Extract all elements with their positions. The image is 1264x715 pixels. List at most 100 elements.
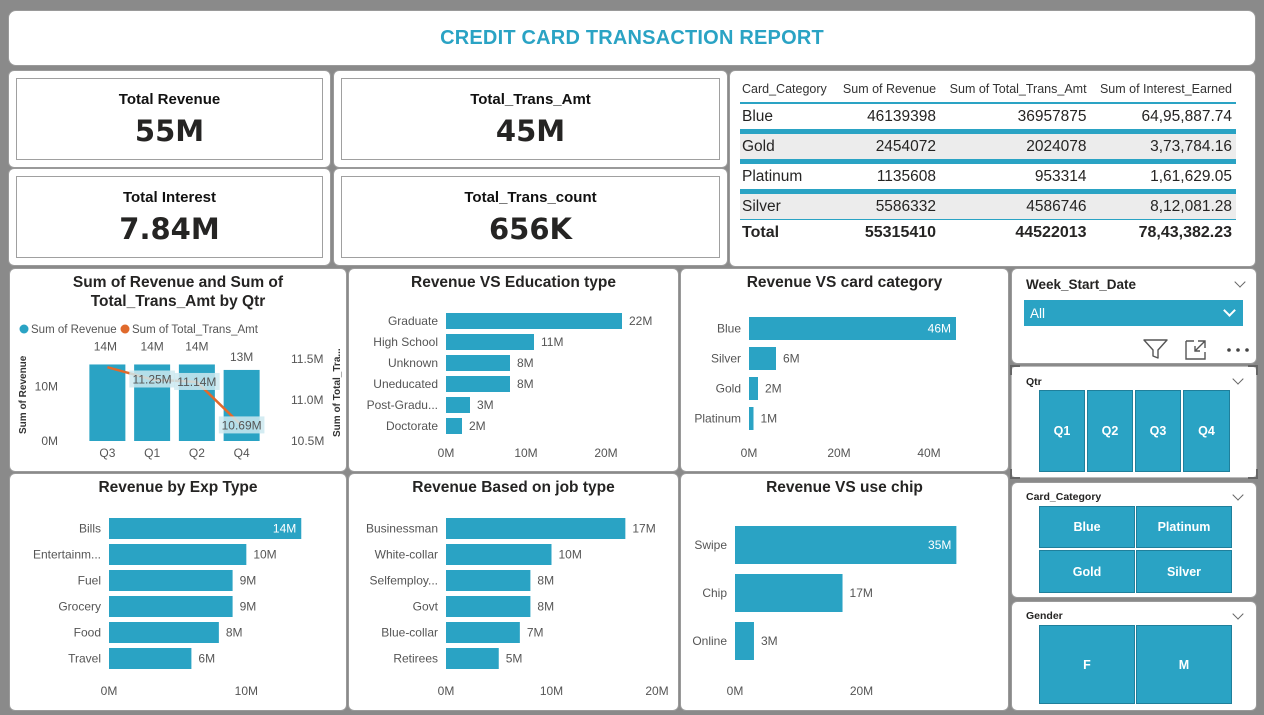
qtr-option-q4[interactable]: Q4 bbox=[1183, 390, 1230, 472]
card-option-gold[interactable]: Gold bbox=[1039, 550, 1135, 593]
bar-chart-svg: Bills 14M Entertainm... 10M Fuel 9M Grocery 9M F… bbox=[33, 518, 302, 698]
kpi-card-total-revenue[interactable]: Total Revenue 55M bbox=[8, 70, 331, 168]
bar[interactable] bbox=[109, 544, 247, 565]
dropdown-value: All bbox=[1030, 306, 1046, 321]
data-label: 46M bbox=[928, 322, 951, 336]
x-tick-label: 40M bbox=[917, 446, 940, 460]
chart-revenue-vs-use-chip[interactable]: Revenue VS use chip Swipe 35M Chip 17M Onlin… bbox=[680, 473, 1009, 711]
category-label: Swipe bbox=[694, 538, 727, 552]
chart-revenue-by-exp-type[interactable]: Revenue by Exp Type Bills 14M Entertainm..… bbox=[9, 473, 347, 711]
category-label: Gold bbox=[716, 382, 741, 396]
bar[interactable] bbox=[735, 622, 754, 660]
slicer-card-category[interactable]: Card_Category Blue Platinum Gold Silver bbox=[1011, 482, 1257, 598]
bar[interactable] bbox=[446, 313, 622, 329]
week-dropdown[interactable]: All bbox=[1024, 300, 1243, 326]
bar[interactable] bbox=[446, 622, 520, 643]
table-row[interactable]: Platinum 1135608 953314 1,61,629.05 bbox=[740, 159, 1236, 192]
bar[interactable] bbox=[735, 526, 957, 564]
table-cell: 64,95,887.74 bbox=[1141, 108, 1232, 125]
x-tick-label: 10M bbox=[235, 684, 258, 698]
bar[interactable] bbox=[109, 622, 219, 643]
card-option-platinum[interactable]: Platinum bbox=[1136, 506, 1232, 548]
bar[interactable] bbox=[446, 596, 531, 617]
category-label: Post-Gradu... bbox=[367, 398, 438, 412]
table-row[interactable]: Gold 2454072 2024078 3,73,784.16 bbox=[740, 129, 1236, 162]
bar[interactable] bbox=[109, 570, 233, 591]
bar[interactable] bbox=[89, 364, 126, 441]
data-label: 6M bbox=[783, 352, 800, 366]
table-cell: 8,12,081.28 bbox=[1090, 189, 1236, 220]
category-label: Platinum bbox=[694, 412, 741, 426]
chart-revenue-vs-education[interactable]: Revenue VS Education type Graduate 22M Hig… bbox=[348, 268, 679, 472]
bar-chart-svg: Businessman 17M White-collar 10M Selfemploy.… bbox=[366, 518, 669, 698]
matrix-header[interactable]: Sum of Total_Trans_Amt bbox=[940, 79, 1091, 104]
chevron-down-icon[interactable] bbox=[1232, 489, 1244, 501]
chevron-down-icon[interactable] bbox=[1234, 276, 1246, 288]
qtr-option-q1[interactable]: Q1 bbox=[1039, 390, 1085, 472]
qtr-option-q2[interactable]: Q2 bbox=[1087, 390, 1133, 472]
bar[interactable] bbox=[109, 648, 192, 669]
chevron-down-icon[interactable] bbox=[1232, 608, 1244, 620]
table-row[interactable]: Blue 46139398 36957875 64,95,887.74 bbox=[740, 103, 1236, 132]
matrix-header[interactable]: Sum of Interest_Earned bbox=[1090, 79, 1236, 104]
chart-revenue-by-qtr[interactable]: Sum of Revenue Sum of Total_Trans_Amt Sum … bbox=[9, 268, 347, 472]
legend-marker bbox=[120, 324, 130, 334]
data-label: 14M bbox=[273, 522, 296, 536]
card-category-matrix[interactable]: Card_Category Sum of Revenue Sum of Tota… bbox=[729, 70, 1256, 267]
more-options-icon[interactable] bbox=[1226, 347, 1250, 353]
selection-handle[interactable] bbox=[1248, 365, 1258, 375]
bar[interactable] bbox=[446, 334, 534, 350]
y-axis-title: Sum of Revenue bbox=[18, 355, 29, 434]
table-cell: 2024078 bbox=[940, 129, 1091, 162]
qtr-option-q3[interactable]: Q3 bbox=[1135, 390, 1181, 472]
selection-handle[interactable] bbox=[1010, 469, 1020, 479]
gender-option-f[interactable]: F bbox=[1039, 625, 1135, 704]
category-label: Unknown bbox=[388, 356, 438, 370]
slicer-gender[interactable]: Gender F M bbox=[1011, 601, 1257, 711]
selection-handle[interactable] bbox=[1248, 469, 1258, 479]
x-tick-label: 10M bbox=[514, 446, 537, 460]
bar[interactable] bbox=[749, 377, 758, 400]
bar[interactable] bbox=[109, 596, 233, 617]
chart-revenue-by-job-type[interactable]: Revenue Based on job type Businessman 17M… bbox=[348, 473, 679, 711]
bar[interactable] bbox=[735, 574, 843, 612]
focus-mode-icon[interactable] bbox=[1185, 340, 1207, 360]
data-label: 8M bbox=[537, 574, 554, 588]
filter-icon[interactable] bbox=[1143, 338, 1169, 360]
chart-revenue-vs-card-category[interactable]: Revenue VS card category Blue 46M Silver 6M… bbox=[680, 268, 1009, 472]
chevron-down-icon[interactable] bbox=[1232, 373, 1244, 385]
kpi-card-total-trans-amt[interactable]: Total_Trans_Amt 45M bbox=[333, 70, 728, 168]
bar-chart-svg: Blue 46M Silver 6M Gold 2M Platinum 1M 0M 20M 40M bbox=[694, 317, 956, 460]
slicer-week-start-date[interactable]: Week_Start_Date All bbox=[1011, 268, 1257, 364]
bar[interactable] bbox=[749, 347, 776, 370]
bar[interactable] bbox=[749, 407, 754, 430]
bar[interactable] bbox=[446, 376, 510, 392]
chevron-down-icon bbox=[1223, 304, 1236, 317]
kpi-label: Total_Trans_count bbox=[464, 188, 597, 206]
category-label: Selfemploy... bbox=[370, 574, 438, 588]
matrix-header[interactable]: Sum of Revenue bbox=[835, 79, 941, 104]
report-title: CREDIT CARD TRANSACTION REPORT bbox=[440, 26, 824, 49]
bar[interactable] bbox=[446, 648, 499, 669]
table-cell: 36957875 bbox=[1017, 108, 1087, 125]
bar[interactable] bbox=[446, 518, 626, 539]
bar[interactable] bbox=[446, 544, 552, 565]
slicer-qtr[interactable]: Qtr Q1 Q2 Q3 Q4 bbox=[1010, 365, 1258, 479]
card-option-blue[interactable]: Blue bbox=[1039, 506, 1135, 548]
data-label: 2M bbox=[765, 382, 782, 396]
bar[interactable] bbox=[446, 570, 531, 591]
data-label: 10M bbox=[253, 548, 276, 562]
bar[interactable] bbox=[446, 418, 462, 434]
kpi-card-total-trans-count[interactable]: Total_Trans_count 656K bbox=[333, 168, 728, 266]
gender-option-m[interactable]: M bbox=[1136, 625, 1232, 704]
category-label: Businessman bbox=[366, 522, 438, 536]
bar[interactable] bbox=[446, 397, 470, 413]
matrix-header[interactable]: Card_Category bbox=[740, 79, 836, 104]
bar[interactable] bbox=[749, 317, 956, 340]
y2-tick-label: 10.5M bbox=[291, 434, 324, 448]
bar[interactable] bbox=[446, 355, 510, 371]
kpi-card-total-interest[interactable]: Total Interest 7.84M bbox=[8, 168, 331, 266]
selection-handle[interactable] bbox=[1010, 365, 1020, 375]
table-row[interactable]: Silver 5586332 4586746 8,12,081.28 bbox=[740, 189, 1236, 220]
card-option-silver[interactable]: Silver bbox=[1136, 550, 1232, 593]
